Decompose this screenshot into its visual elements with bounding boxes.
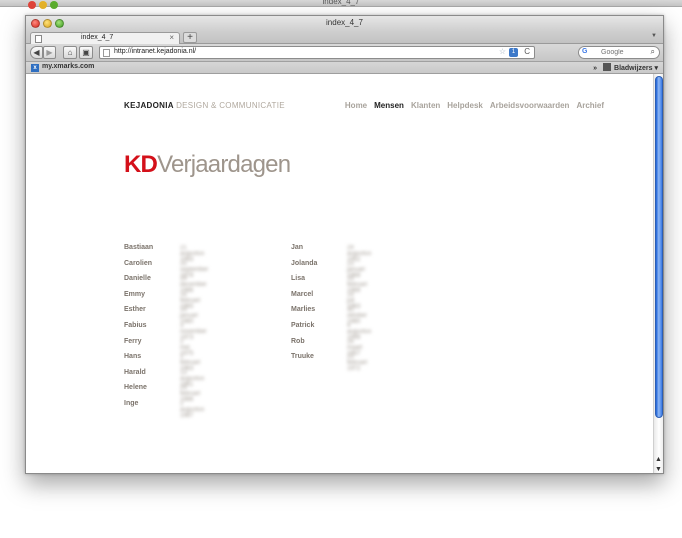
person-name: Harald <box>124 368 146 376</box>
page-title-text: Verjaardagen <box>157 151 291 178</box>
scrollbar-thumb[interactable] <box>655 76 663 418</box>
tab-label: index_4_7 <box>81 34 114 41</box>
tab-list-dropdown-icon[interactable]: ▼ <box>651 33 657 39</box>
page-title: KDVerjaardagen <box>124 151 291 179</box>
site-header: KEJADONIA DESIGN & COMMUNICATIE Home Men… <box>124 101 604 113</box>
menu-item-mensen[interactable]: Mensen <box>374 101 404 110</box>
url-text[interactable]: http://intranet.kejadonia.nl/ <box>114 48 196 55</box>
title-bar: index_4_7 <box>26 16 663 31</box>
search-box[interactable]: G ⌕ <box>578 46 660 59</box>
page-title-prefix: KD <box>124 151 158 178</box>
person-name: Jan <box>291 244 304 251</box>
home-button[interactable]: ⌂ <box>63 46 77 59</box>
person-name: Emmy <box>124 290 146 298</box>
person-name: Hans <box>124 353 142 361</box>
reload-icon[interactable]: C <box>524 47 530 56</box>
window-title: index_4_7 <box>326 18 363 27</box>
page-viewport: KEJADONIA DESIGN & COMMUNICATIE Home Men… <box>26 74 653 473</box>
birth-date: 23 februari 1972 <box>347 354 368 373</box>
person-name: Esther <box>124 306 146 314</box>
person-name: Bastiaan <box>124 244 154 251</box>
person-name: Inge <box>124 399 139 407</box>
person-name: Danielle <box>124 275 151 283</box>
person-name: Marcel <box>291 290 314 298</box>
tab-active[interactable]: index_4_7 × <box>30 32 180 44</box>
navigation-toolbar: ◀ ▶ ⌂ ▣ http://intranet.kejadonia.nl/ ☆ … <box>26 44 663 62</box>
bookmarks-menu-label: Bladwijzers ▾ <box>614 65 658 72</box>
page-icon <box>103 49 110 57</box>
tab-bar: index_4_7 × + ▼ <box>26 31 663 44</box>
brand-tagline: DESIGN & COMMUNICATIE <box>176 101 285 110</box>
background-window-title: index_4_7 <box>322 0 360 6</box>
chevron-right-icon[interactable]: » <box>593 65 597 72</box>
page-icon <box>35 35 42 43</box>
site-logo[interactable]: KEJADONIA DESIGN & COMMUNICATIE <box>124 101 285 110</box>
menu-item-klanten[interactable]: Klanten <box>411 101 440 110</box>
search-icon[interactable]: ⌕ <box>651 47 655 57</box>
person-name: Helene <box>124 384 147 392</box>
bookmark-label: my.xmarks.com <box>42 63 95 70</box>
person-name: Marlies <box>291 306 316 314</box>
history-button[interactable]: ▣ <box>79 46 93 59</box>
menu-item-home[interactable]: Home <box>345 101 367 110</box>
url-bar[interactable]: http://intranet.kejadonia.nl/ ☆ 1 C <box>99 46 535 59</box>
search-input[interactable] <box>601 48 645 57</box>
person-name: Truuke <box>291 353 314 361</box>
bookmarks-icon <box>603 63 612 71</box>
menu-item-arbeidsvoorwaarden[interactable]: Arbeidsvoorwaarden <box>490 101 570 110</box>
menu-item-helpdesk[interactable]: Helpdesk <box>447 101 483 110</box>
search-engine-icon[interactable]: G <box>582 48 587 55</box>
person-name: Rob <box>291 337 305 345</box>
bookmark-star-icon[interactable]: ☆ <box>499 47 506 56</box>
bookmarks-toolbar: x my.xmarks.com » Bladwijzers ▾ <box>26 62 663 74</box>
background-window: index_4_7 <box>0 0 682 9</box>
person-name: Lisa <box>291 275 306 283</box>
bookmark-xmarks[interactable]: x my.xmarks.com <box>31 63 94 72</box>
person-name: Carolien <box>124 259 153 267</box>
scroll-up-icon[interactable]: ▲ <box>655 456 662 463</box>
main-menu: Home Mensen Klanten Helpdesk Arbeidsvoor… <box>345 101 604 110</box>
back-button[interactable]: ◀ <box>30 46 43 59</box>
menu-item-archief[interactable]: Archief <box>576 101 604 110</box>
vertical-scrollbar[interactable]: ▲ ▼ <box>653 74 663 473</box>
forward-button[interactable]: ▶ <box>43 46 56 59</box>
feed-icon[interactable]: 1 <box>509 48 518 57</box>
tab-close-icon[interactable]: × <box>169 33 174 42</box>
scroll-down-icon[interactable]: ▼ <box>655 466 662 473</box>
new-tab-button[interactable]: + <box>183 32 197 43</box>
person-name: Ferry <box>124 337 142 345</box>
person-name: Jolanda <box>291 259 318 267</box>
browser-window: index_4_7 index_4_7 × + ▼ ◀ ▶ ⌂ ▣ http:/… <box>25 15 664 474</box>
brand-name: KEJADONIA <box>124 101 174 110</box>
bookmarks-menu[interactable]: » Bladwijzers ▾ <box>593 63 658 72</box>
person-name: Patrick <box>291 321 315 329</box>
xmarks-icon: x <box>31 64 39 72</box>
person-name: Fabius <box>124 321 147 329</box>
birth-date: 2 augustus 1987 <box>180 400 205 419</box>
